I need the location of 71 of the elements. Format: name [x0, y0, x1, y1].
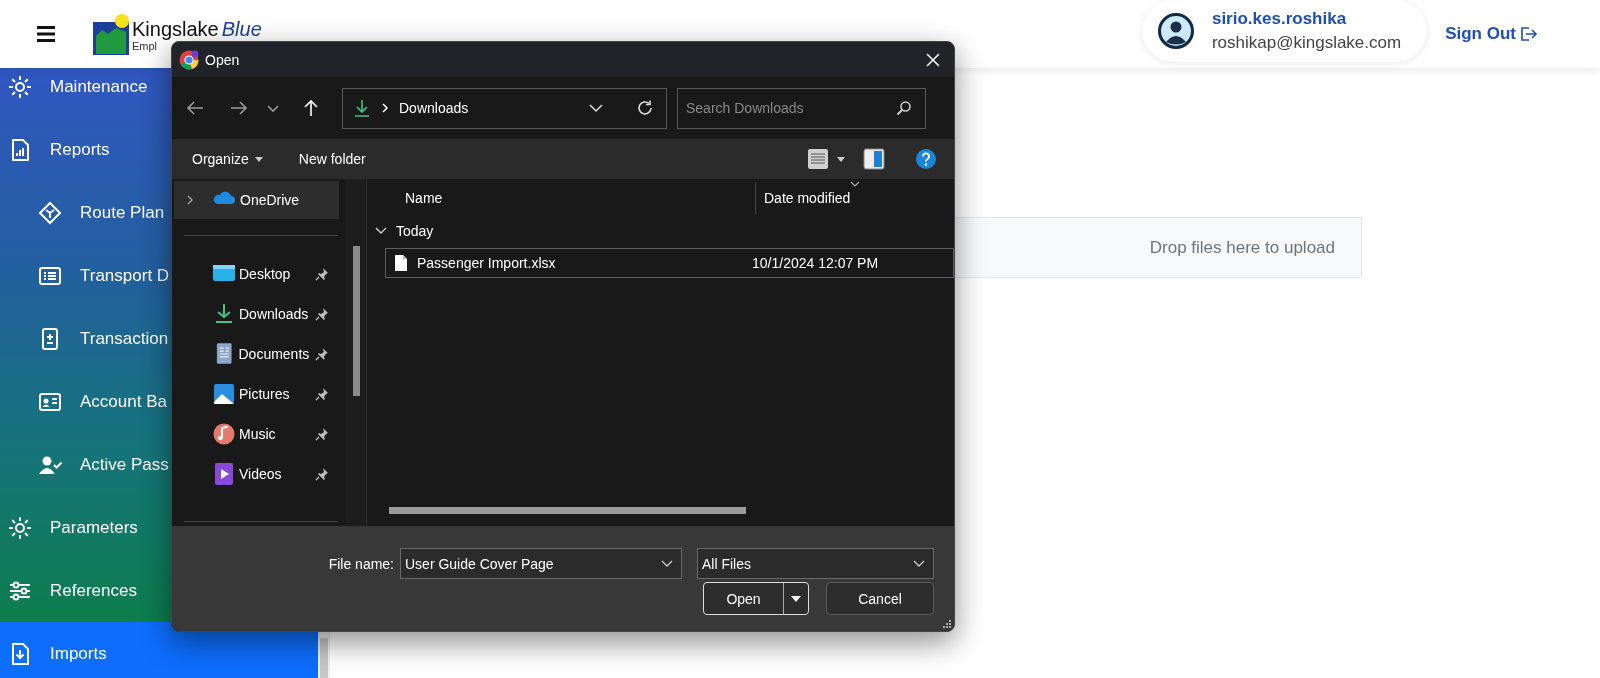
- navigation-item[interactable]: Videos: [174, 454, 339, 494]
- pin-icon: [315, 347, 329, 361]
- music-icon: [212, 422, 236, 446]
- cancel-button[interactable]: Cancel: [826, 582, 934, 615]
- chevron-right-icon: [381, 102, 389, 114]
- up-icon[interactable]: [302, 99, 320, 117]
- group-header[interactable]: Today: [367, 216, 954, 246]
- pin-icon: [315, 307, 329, 321]
- search-icon: [896, 99, 912, 116]
- caret-icon[interactable]: [837, 156, 845, 162]
- scrollbar-thumb[interactable]: [320, 638, 328, 678]
- preview-pane-icon[interactable]: [863, 148, 885, 170]
- caret-icon: [791, 595, 801, 602]
- pin-icon: [315, 427, 329, 441]
- avatar-icon: [1157, 13, 1194, 49]
- file-date: 10/1/2024 12:07 PM: [752, 255, 879, 271]
- file-icon: [394, 254, 408, 272]
- navigation-item[interactable]: Music: [174, 414, 339, 454]
- view-list-icon[interactable]: [807, 148, 829, 170]
- logo-icon: [92, 12, 130, 56]
- refresh-icon[interactable]: [636, 99, 654, 117]
- chevron-down-icon: [913, 559, 925, 568]
- navigation-item[interactable]: OneDrive: [174, 181, 339, 219]
- sort-icon: [850, 181, 860, 187]
- picture-icon: [212, 382, 236, 406]
- window-title: Open: [205, 51, 240, 68]
- chevron-right-icon: [186, 194, 194, 206]
- help-icon[interactable]: [915, 148, 937, 170]
- menu-icon[interactable]: [37, 26, 55, 42]
- logo-tagline: Empl: [132, 39, 158, 53]
- download-icon: [353, 98, 371, 118]
- logo-wordmark: KingslakeBlue: [132, 16, 262, 40]
- pin-icon: [315, 387, 329, 401]
- file-type-dropdown[interactable]: All Files: [697, 548, 934, 579]
- file-row[interactable]: Passenger Import.xlsx 10/1/2024 12:07 PM: [385, 248, 954, 278]
- file-name-field[interactable]: User Guide Cover Page: [400, 548, 682, 579]
- caret-icon: [254, 156, 263, 162]
- column-header[interactable]: Name: [367, 189, 755, 206]
- diamond-icon: [38, 200, 62, 225]
- sidebar-item[interactable]: References: [0, 559, 318, 622]
- pin-icon: [315, 467, 329, 481]
- navigation-item[interactable]: Downloads: [174, 294, 339, 334]
- scrollbar-thumb[interactable]: [389, 507, 746, 514]
- browser-icon: [179, 49, 199, 70]
- navigation-item[interactable]: Documents: [174, 334, 339, 374]
- user-email: roshikap@kingslake.com: [1211, 33, 1402, 53]
- close-icon[interactable]: [926, 52, 940, 67]
- chevron-down-icon: [661, 560, 673, 568]
- address-path: Downloads: [399, 100, 469, 116]
- navigation-item[interactable]: Pictures: [174, 374, 339, 414]
- pin-icon: [315, 267, 329, 281]
- back-icon[interactable]: [186, 99, 204, 117]
- organize-menu[interactable]: Organize: [192, 151, 263, 167]
- file-name-label: File name:: [328, 555, 394, 572]
- scrollbar-thumb[interactable]: [353, 246, 360, 396]
- sidebar-item[interactable]: Maintenance: [0, 68, 318, 118]
- sidebar-item[interactable]: Imports: [0, 622, 318, 678]
- video-icon: [212, 462, 236, 486]
- address-bar[interactable]: Downloads: [342, 87, 667, 129]
- resize-grip-icon: [943, 620, 951, 628]
- navigation-item[interactable]: Desktop: [174, 254, 339, 294]
- forward-icon[interactable]: [230, 99, 248, 117]
- sidebar-item[interactable]: Parameters: [0, 496, 318, 559]
- sign-out-link[interactable]: Sign Out: [1445, 24, 1538, 44]
- sign-out-icon: [1520, 26, 1538, 42]
- file-name: Passenger Import.xlsx: [417, 255, 557, 271]
- column-header[interactable]: Date modified: [755, 181, 851, 214]
- search-field[interactable]: Search Downloads: [677, 87, 926, 129]
- toolbar-button[interactable]: New folder: [298, 151, 366, 167]
- open-button[interactable]: Open: [703, 582, 809, 615]
- user-name: sirio.kes.roshika: [1211, 9, 1348, 29]
